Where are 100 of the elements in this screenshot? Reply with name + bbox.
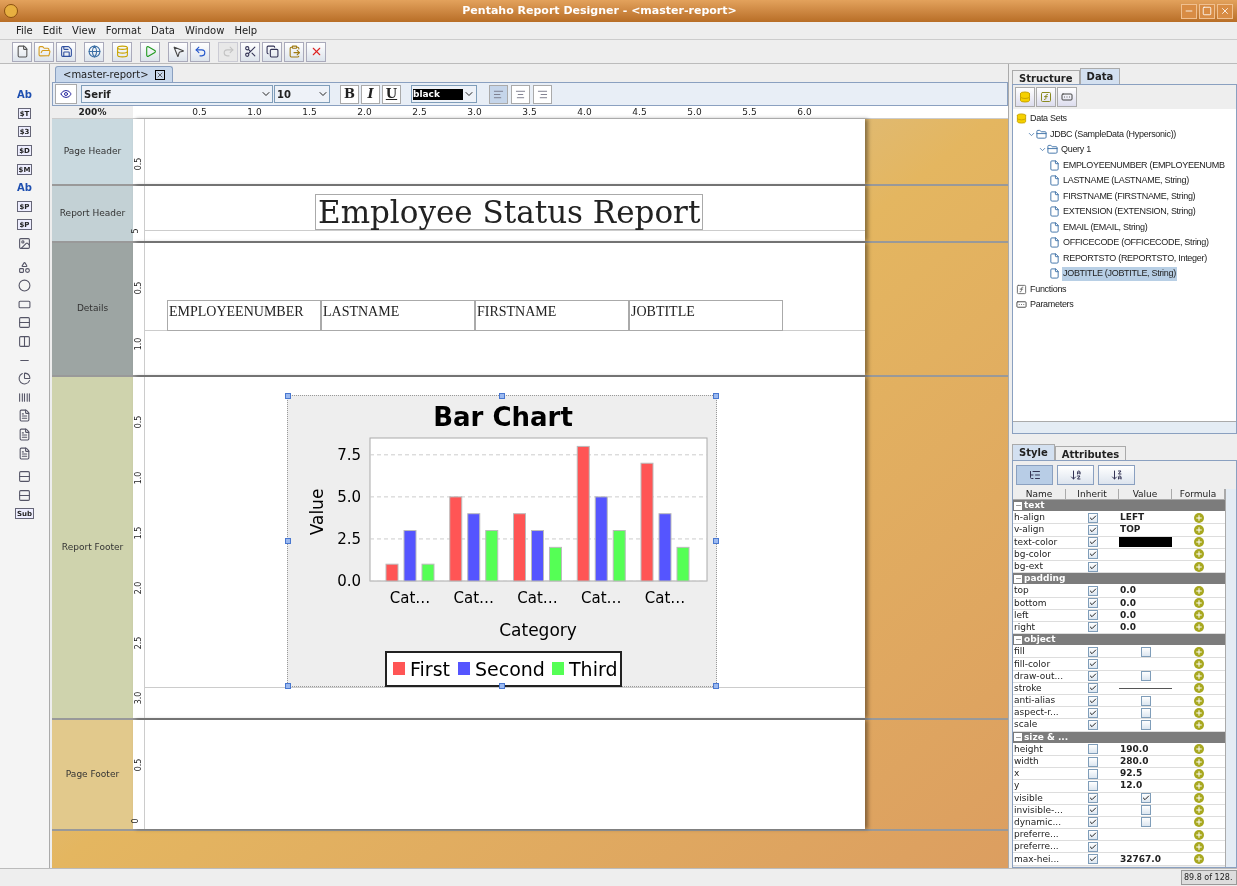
formula-button[interactable]	[1193, 854, 1204, 865]
inherit-checkbox[interactable]	[1087, 841, 1098, 852]
color-select[interactable]: black	[411, 85, 477, 103]
menu-item[interactable]: File	[16, 23, 33, 38]
formula-button[interactable]	[1193, 768, 1204, 779]
panel-tab[interactable]: Structure	[1012, 70, 1080, 84]
collapse-icon[interactable]	[1014, 733, 1022, 742]
inherit-checkbox[interactable]	[1087, 793, 1098, 804]
value-checkbox[interactable]	[1140, 793, 1151, 804]
document-icon[interactable]	[18, 446, 31, 460]
formula-button[interactable]	[1193, 719, 1204, 730]
tree-item[interactable]: REPORTSTO (REPORTSTO, Integer)	[1062, 251, 1208, 265]
tree-item[interactable]: OFFICECODE (OFFICECODE, String)	[1062, 236, 1210, 250]
formula-button[interactable]	[1193, 598, 1204, 609]
globe-button[interactable]	[84, 41, 104, 62]
resize-handle[interactable]	[285, 393, 291, 399]
formula-button[interactable]	[1193, 695, 1204, 706]
pointer-button[interactable]	[168, 41, 188, 62]
menu-item[interactable]: View	[72, 23, 96, 38]
menu-item[interactable]: Window	[185, 23, 225, 38]
inherit-checkbox[interactable]	[1087, 756, 1098, 767]
vertical-split-icon[interactable]	[18, 335, 31, 348]
document-icon[interactable]	[18, 428, 31, 441]
inherit-checkbox[interactable]	[1087, 622, 1098, 633]
underline-button[interactable]: U	[382, 84, 401, 104]
inherit-checkbox[interactable]	[1087, 646, 1098, 657]
image-icon[interactable]	[18, 237, 31, 251]
tree-item[interactable]: JDBC (SampleData (Hypersonic))	[1049, 127, 1178, 141]
inherit-checkbox[interactable]	[1087, 707, 1098, 718]
inherit-checkbox[interactable]	[1087, 524, 1098, 535]
panel-tab[interactable]: Style	[1012, 444, 1055, 460]
align-left-button[interactable]	[489, 84, 508, 104]
inherit-checkbox[interactable]	[1087, 537, 1098, 548]
menu-item[interactable]: Help	[234, 23, 258, 38]
collapse-icon[interactable]	[1014, 574, 1022, 583]
play-button[interactable]	[140, 41, 160, 62]
font-select[interactable]: Serif	[81, 85, 273, 103]
tree-item[interactable]: JOBTITLE (JOBTITLE, String)	[1062, 267, 1177, 281]
inherit-checkbox[interactable]	[1087, 598, 1098, 609]
resize-handle[interactable]	[285, 683, 291, 689]
vertical-scrollbar[interactable]	[1225, 489, 1236, 867]
delete-button[interactable]	[306, 41, 326, 62]
formula-button[interactable]	[1193, 646, 1204, 657]
grouped-button[interactable]	[1016, 465, 1053, 485]
value-checkbox[interactable]	[1140, 805, 1151, 816]
formula-button[interactable]	[1193, 524, 1204, 535]
menu-item[interactable]: Data	[151, 23, 175, 38]
formula-button[interactable]	[1193, 622, 1204, 633]
inherit-checkbox[interactable]	[1087, 683, 1098, 694]
tree-item[interactable]: Query 1	[1060, 143, 1092, 157]
value-checkbox[interactable]	[1140, 719, 1151, 730]
bold-button[interactable]: B	[340, 84, 359, 104]
resize-handle[interactable]	[713, 538, 719, 544]
formula-button[interactable]	[1193, 512, 1204, 523]
tree-item[interactable]: LASTNAME (LASTNAME, String)	[1062, 174, 1190, 188]
align-center-button[interactable]	[511, 84, 530, 104]
formula-button[interactable]	[1193, 671, 1204, 682]
inherit-checkbox[interactable]	[1087, 659, 1098, 670]
inherit-checkbox[interactable]	[1087, 805, 1098, 816]
inherit-checkbox[interactable]	[1087, 610, 1098, 621]
collapse-icon[interactable]	[1014, 501, 1022, 510]
italic-button[interactable]: I	[361, 84, 380, 104]
inherit-checkbox[interactable]	[1087, 744, 1098, 755]
sort-asc-button[interactable]	[1057, 465, 1094, 485]
formula-button[interactable]	[1193, 683, 1204, 694]
value-checkbox[interactable]	[1140, 695, 1151, 706]
collapse-icon[interactable]	[1014, 635, 1022, 644]
formula-button[interactable]	[1193, 805, 1204, 816]
inherit-checkbox[interactable]	[1087, 512, 1098, 523]
formula-button[interactable]	[1193, 585, 1204, 596]
document-tab[interactable]: <master-report>	[55, 66, 173, 82]
formula-button[interactable]	[1193, 659, 1204, 670]
copy-button[interactable]	[262, 41, 282, 62]
inherit-checkbox[interactable]	[1087, 549, 1098, 560]
scissors-button[interactable]	[240, 41, 260, 62]
parameter-button[interactable]	[1057, 87, 1077, 107]
formula-button[interactable]	[1193, 817, 1204, 828]
formula-button[interactable]	[1193, 793, 1204, 804]
datasource-button[interactable]	[1015, 87, 1035, 107]
tree-item[interactable]: FIRSTNAME (FIRSTNAME, String)	[1062, 189, 1197, 203]
undo-button[interactable]	[190, 41, 210, 62]
value-checkbox[interactable]	[1140, 817, 1151, 828]
resize-handle[interactable]	[713, 683, 719, 689]
formula-button[interactable]	[1193, 537, 1204, 548]
new-file-button[interactable]	[12, 41, 32, 62]
paste-button[interactable]	[284, 41, 304, 62]
close-icon[interactable]	[154, 69, 165, 80]
close-button[interactable]	[1217, 3, 1233, 19]
formula-button[interactable]	[1193, 829, 1204, 840]
palette-tool[interactable]: Ab	[17, 179, 32, 196]
size-select[interactable]: 10	[274, 85, 330, 103]
barcode-icon[interactable]	[18, 390, 31, 404]
visibility-toggle[interactable]	[55, 84, 77, 104]
menu-item[interactable]: Format	[105, 23, 142, 38]
inherit-checkbox[interactable]	[1087, 719, 1098, 730]
formula-button[interactable]	[1193, 780, 1204, 791]
tree-item[interactable]: Parameters	[1029, 298, 1075, 312]
tree-item[interactable]: EXTENSION (EXTENSION, String)	[1062, 205, 1197, 219]
formula-button[interactable]	[1193, 744, 1204, 755]
resize-handle[interactable]	[499, 393, 505, 399]
